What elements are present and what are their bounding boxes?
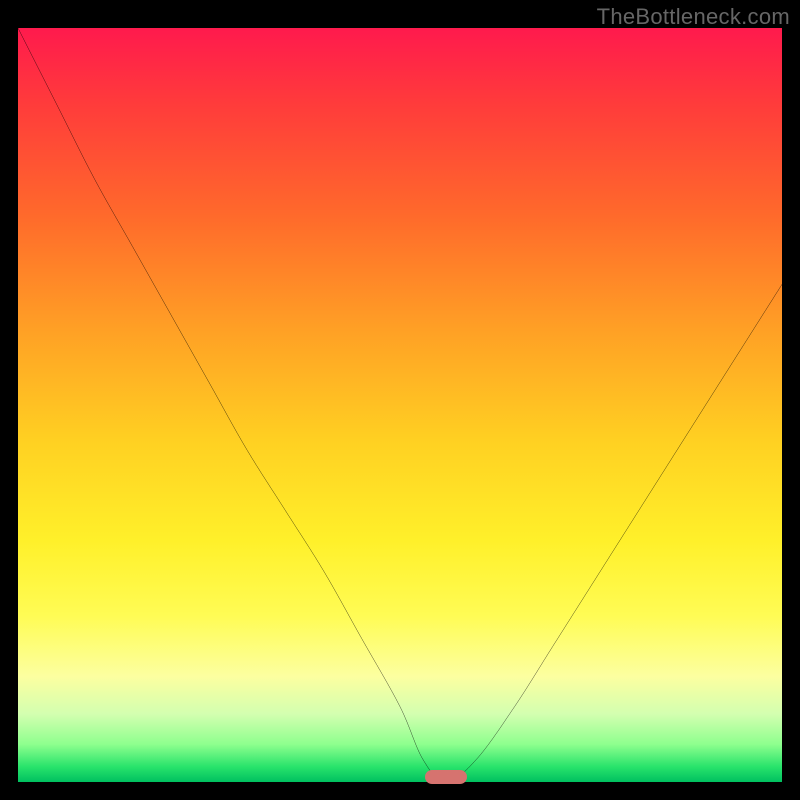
plot-area — [18, 28, 782, 782]
bottleneck-curve — [18, 28, 782, 782]
curve-path — [18, 28, 782, 782]
minimum-marker — [425, 770, 467, 784]
chart-frame: TheBottleneck.com — [0, 0, 800, 800]
watermark-text: TheBottleneck.com — [597, 4, 790, 30]
